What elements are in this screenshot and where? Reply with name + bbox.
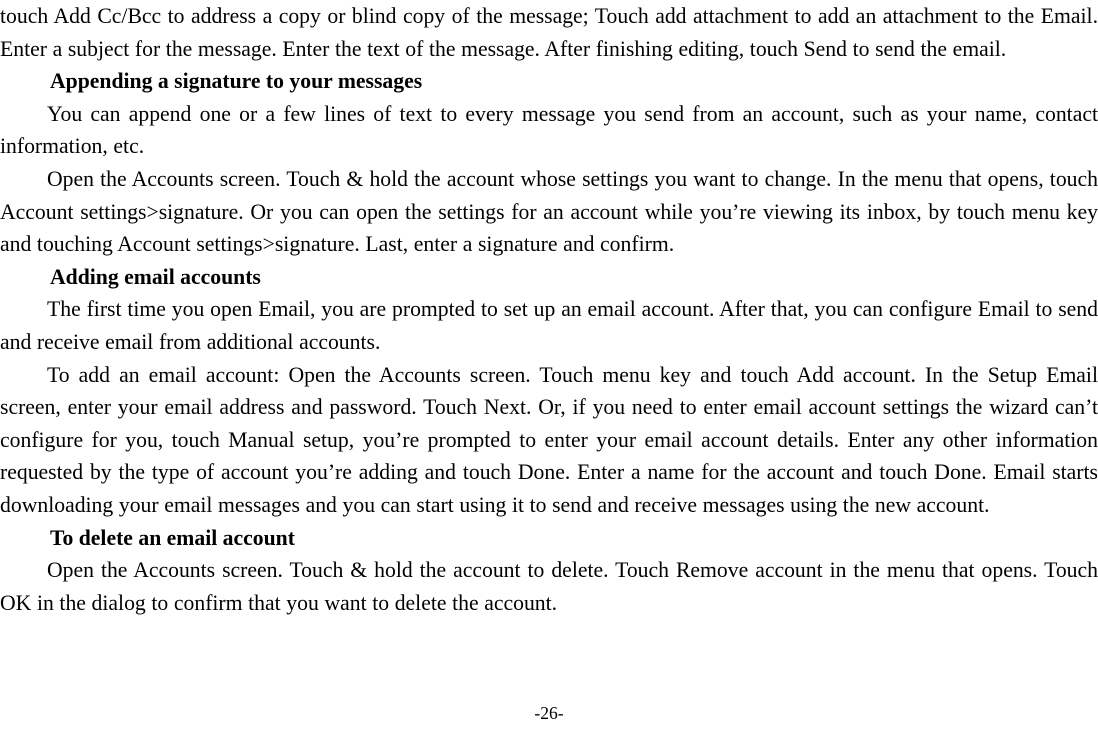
page-number: -26- — [534, 703, 564, 723]
paragraph-composing-email: touch Add Cc/Bcc to address a copy or bl… — [0, 4, 1098, 61]
paragraph-first-time-setup: The first time you open Email, you are p… — [0, 297, 1098, 354]
paragraph-delete-account-steps: Open the Accounts screen. Touch & hold t… — [0, 558, 1098, 615]
paragraph-signature-steps: Open the Accounts screen. Touch & hold t… — [0, 166, 1098, 257]
heading-delete-email-account: To delete an email account — [50, 525, 295, 550]
document-page: touch Add Cc/Bcc to address a copy or bl… — [0, 0, 1098, 735]
page-text-body: touch Add Cc/Bcc to address a copy or bl… — [0, 0, 1098, 619]
paragraph-add-account-steps: To add an email account: Open the Accoun… — [0, 362, 1098, 517]
paragraph-signature-intro: You can append one or a few lines of tex… — [0, 101, 1098, 159]
heading-appending-signature: Appending a signature to your messages — [50, 69, 423, 94]
heading-adding-email-accounts: Adding email accounts — [50, 264, 261, 289]
